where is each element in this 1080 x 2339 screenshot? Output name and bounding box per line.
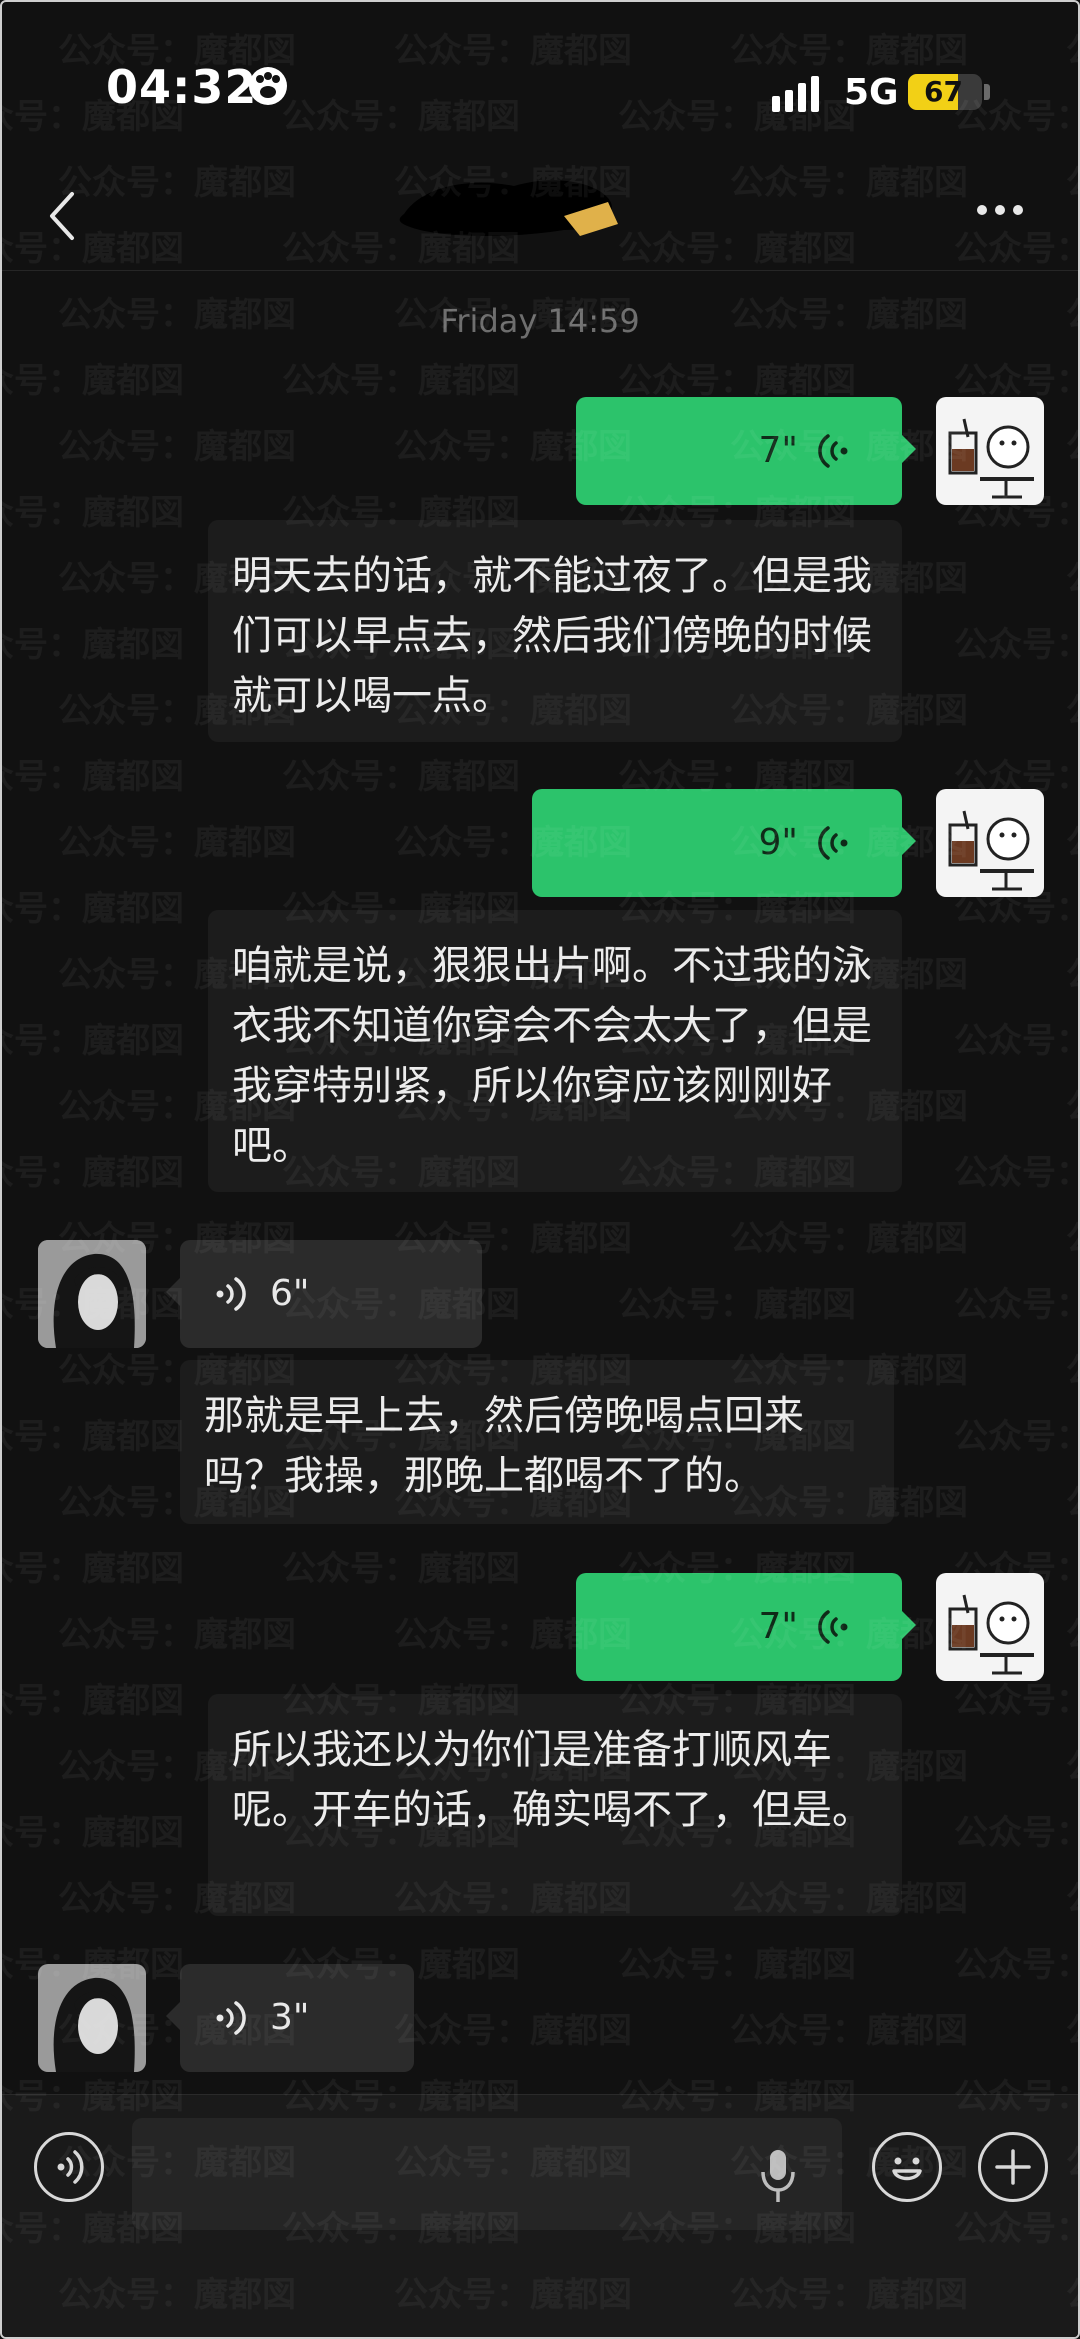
watermark-text: 公众号：魔都図 bbox=[1066, 1219, 1078, 1259]
more-dots-icon[interactable] bbox=[974, 198, 1026, 222]
watermark-text: 公众号：魔都図 bbox=[58, 427, 296, 467]
transcript-bubble: 明天去的话，就不能过夜了。但是我们可以早点去，然后我们傍晚的时候就可以喝一点。 bbox=[208, 520, 902, 742]
signal-icon bbox=[772, 76, 819, 112]
watermark-text: 公众号：魔都図 bbox=[954, 1153, 1078, 1193]
watermark-text: 公众号：魔都図 bbox=[2, 1549, 184, 1589]
watermark-text: 公众号：魔都図 bbox=[954, 1285, 1078, 1325]
watermark-text: 公众号：魔都図 bbox=[2, 1813, 184, 1853]
status-bar: 04:32 5G 67 bbox=[2, 2, 1078, 152]
transcript-bubble: 所以我还以为你们是准备打顺风车呢。开车的话，确实喝不了，但是。 bbox=[208, 1694, 902, 1916]
voice-message-bubble[interactable]: 3" bbox=[166, 1964, 414, 2072]
watermark-text: 公众号：魔都図 bbox=[1066, 1747, 1078, 1787]
emoji-icon[interactable] bbox=[872, 2132, 942, 2202]
watermark-text: 公众号：魔都図 bbox=[1066, 1351, 1078, 1391]
watermark-text: 公众号：魔都図 bbox=[954, 361, 1078, 401]
my-avatar[interactable] bbox=[936, 789, 1044, 897]
voice-wave-icon bbox=[216, 1277, 246, 1311]
voice-duration: 3" bbox=[270, 1997, 310, 2038]
watermark-text: 公众号：魔都図 bbox=[2, 1021, 184, 1061]
watermark-text: 公众号：魔都図 bbox=[954, 1681, 1078, 1721]
watermark-text: 公众号：魔都図 bbox=[730, 1219, 968, 1259]
voice-duration: 7" bbox=[758, 430, 798, 471]
voice-mode-icon[interactable] bbox=[34, 2132, 104, 2202]
watermark-text: 公众号：魔都図 bbox=[2, 889, 184, 929]
watermark-text: 公众号：魔都図 bbox=[954, 625, 1078, 665]
watermark-text: 公众号：魔都図 bbox=[954, 1417, 1078, 1457]
watermark-text: 公众号：魔都図 bbox=[282, 361, 520, 401]
redacted-contact-name bbox=[399, 180, 618, 236]
voice-wave-icon bbox=[818, 826, 848, 860]
watermark-text: 公众号：魔都図 bbox=[2, 1153, 184, 1193]
network-type: 5G bbox=[844, 72, 899, 113]
message-input[interactable] bbox=[132, 2118, 842, 2230]
voice-duration: 6" bbox=[270, 1273, 310, 1314]
chat-timestamp: Friday 14:59 bbox=[440, 302, 640, 340]
voice-duration: 7" bbox=[758, 1606, 798, 1647]
voice-wave-icon bbox=[216, 2001, 246, 2035]
paw-icon bbox=[249, 67, 287, 105]
watermark-text: 公众号：魔都図 bbox=[1066, 1879, 1078, 1919]
transcript-bubble: 那就是早上去，然后傍晚喝点回来吗？我操，那晚上都喝不了的。 bbox=[180, 1360, 894, 1524]
watermark-text: 公众号：魔都図 bbox=[1066, 1615, 1078, 1655]
my-avatar[interactable] bbox=[936, 397, 1044, 505]
battery-indicator: 67 bbox=[908, 74, 982, 110]
battery-level: 67 bbox=[924, 75, 963, 108]
voice-wave-icon bbox=[818, 434, 848, 468]
watermark-text: 公众号：魔都図 bbox=[1066, 823, 1078, 863]
watermark-text: 公众号：魔都図 bbox=[618, 361, 856, 401]
watermark-text: 公众号：魔都図 bbox=[2, 361, 184, 401]
watermark-text: 公众号：魔都図 bbox=[730, 2011, 968, 2051]
watermark-text: 公众号：魔都図 bbox=[1066, 691, 1078, 731]
microphone-icon[interactable] bbox=[760, 2148, 796, 2204]
watermark-text: 公众号：魔都図 bbox=[1066, 955, 1078, 995]
voice-message-bubble[interactable]: 9" bbox=[532, 789, 916, 897]
phone-screen: 04:32 5G 67 Friday 14:59 7" 明天去的话，就不能过夜了… bbox=[0, 0, 1080, 2339]
watermark-text: 公众号：魔都図 bbox=[1066, 1483, 1078, 1523]
watermark-text: 公众号：魔都図 bbox=[2, 1681, 184, 1721]
voice-wave-icon bbox=[818, 1610, 848, 1644]
watermark-text: 公众号：魔都図 bbox=[1066, 2011, 1078, 2051]
watermark-text: 公众号：魔都図 bbox=[282, 1549, 520, 1589]
watermark-text: 公众号：魔都図 bbox=[954, 1945, 1078, 1985]
watermark-text: 公众号：魔都図 bbox=[954, 1813, 1078, 1853]
battery-nub bbox=[984, 84, 990, 100]
contact-avatar[interactable] bbox=[38, 1964, 146, 2072]
voice-message-bubble[interactable]: 7" bbox=[576, 1573, 916, 1681]
watermark-text: 公众号：魔都図 bbox=[1066, 559, 1078, 599]
watermark-text: 公众号：魔都図 bbox=[2, 625, 184, 665]
watermark-text: 公众号：魔都図 bbox=[2, 1417, 184, 1457]
watermark-text: 公众号：魔都図 bbox=[2, 493, 184, 533]
watermark-text: 公众号：魔都図 bbox=[394, 2011, 632, 2051]
watermark-text: 公众号：魔都図 bbox=[2, 757, 184, 797]
plus-icon[interactable] bbox=[978, 2132, 1048, 2202]
watermark-text: 公众号：魔都図 bbox=[1066, 1087, 1078, 1127]
watermark-text: 公众号：魔都図 bbox=[618, 1945, 856, 1985]
watermark-text: 公众号：魔都図 bbox=[282, 757, 520, 797]
voice-message-bubble[interactable]: 7" bbox=[576, 397, 916, 505]
voice-message-bubble[interactable]: 6" bbox=[166, 1240, 482, 1348]
contact-avatar[interactable] bbox=[38, 1240, 146, 1348]
chevron-left-icon[interactable] bbox=[42, 188, 86, 244]
watermark-text: 公众号：魔都図 bbox=[1066, 427, 1078, 467]
transcript-bubble: 咱就是说，狠狠出片啊。不过我的泳衣我不知道你穿会不会太大了，但是我穿特别紧，所以… bbox=[208, 910, 902, 1192]
voice-duration: 9" bbox=[758, 822, 798, 863]
watermark-text: 公众号：魔都図 bbox=[58, 1615, 296, 1655]
watermark-text: 公众号：魔都図 bbox=[954, 1021, 1078, 1061]
watermark-text: 公众号：魔都図 bbox=[58, 823, 296, 863]
my-avatar[interactable] bbox=[936, 1573, 1044, 1681]
status-time: 04:32 bbox=[106, 60, 258, 114]
watermark-text: 公众号：魔都図 bbox=[618, 1285, 856, 1325]
